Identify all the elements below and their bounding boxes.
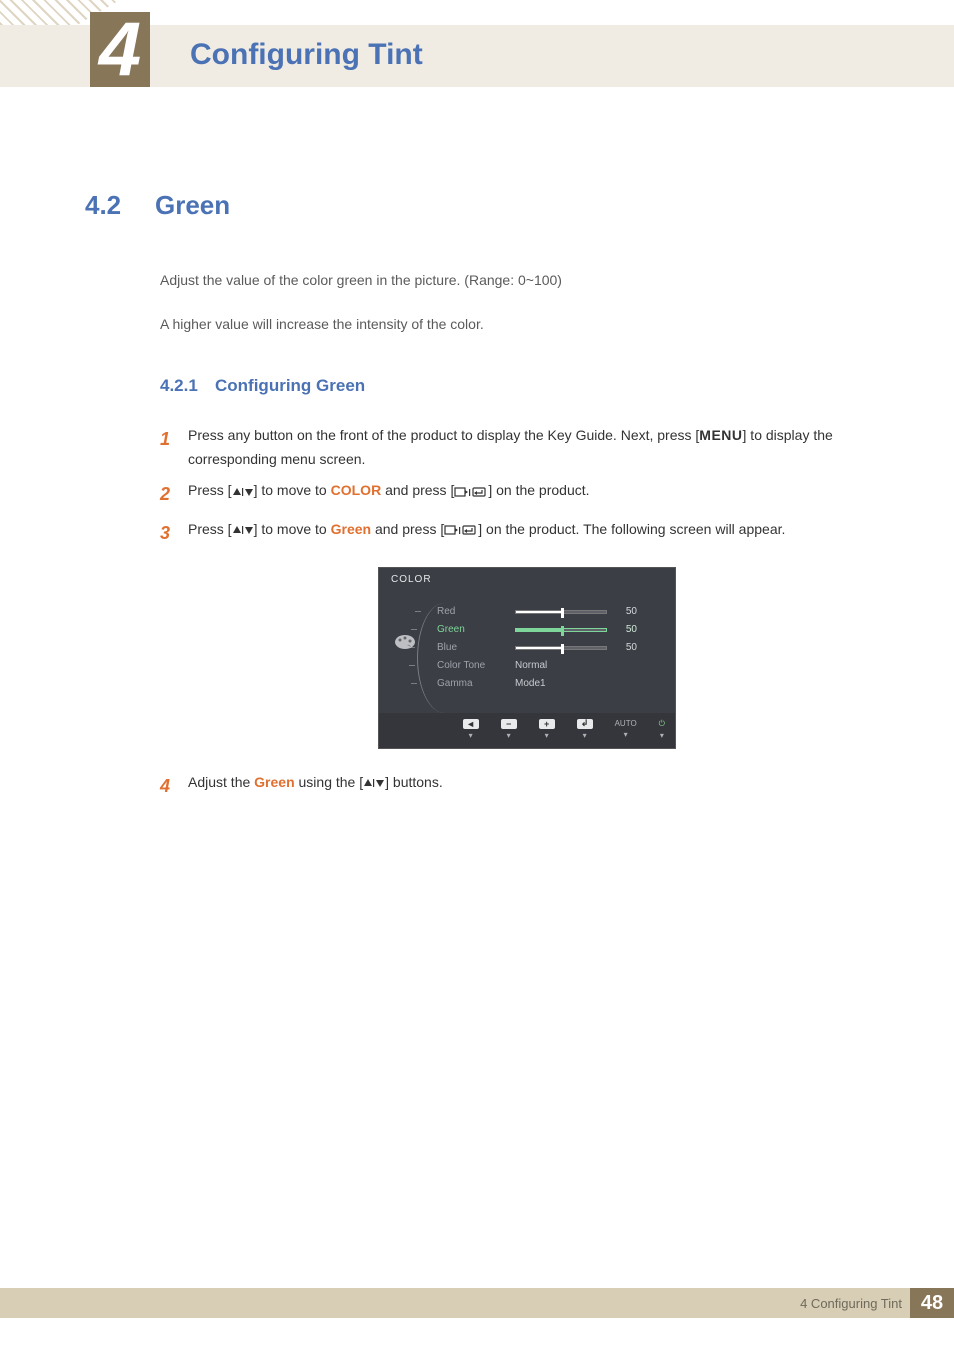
intro-block: Adjust the value of the color green in t…	[160, 269, 894, 336]
steps-list: 1 Press any button on the front of the p…	[160, 424, 894, 549]
step-4-text-c: ] buttons.	[385, 774, 443, 790]
minus-icon: −▾	[501, 719, 517, 740]
osd-row-colortone: Color Tone Normal	[437, 657, 661, 675]
step-3-text-d: ] on the product. The following screen w…	[478, 521, 785, 537]
power-icon: ⏻▾	[659, 719, 665, 740]
step-4-text-b: using the [	[295, 774, 364, 790]
osd-title: COLOR	[379, 568, 675, 589]
step-1: 1 Press any button on the front of the p…	[160, 424, 894, 472]
osd-value: 50	[607, 642, 637, 653]
osd-label: Gamma	[437, 678, 515, 689]
step-2: 2 Press [ ] to move to COLOR and press []…	[160, 479, 894, 510]
osd-tick	[409, 665, 415, 666]
intro-p2: A higher value will increase the intensi…	[160, 313, 894, 335]
osd-label: Green	[437, 624, 515, 635]
osd-footer: ◄▾ −▾ +▾ ↲▾ AUTO▾ ⏻▾	[379, 713, 675, 748]
up-down-icon	[363, 777, 385, 789]
step-number: 4	[160, 771, 188, 802]
subsection-heading: 4.2.1Configuring Green	[160, 376, 894, 396]
footer-page-number: 48	[910, 1288, 954, 1318]
osd-tick	[411, 629, 417, 630]
step-3-text-c: and press [	[371, 521, 444, 537]
osd-label: Blue	[437, 642, 515, 653]
osd-slider	[515, 610, 607, 614]
step-3-text-a: Press [	[188, 521, 232, 537]
palette-icon	[393, 633, 417, 651]
chapter-number-box: 4	[90, 12, 150, 87]
osd-label: Red	[437, 606, 515, 617]
steps-list-cont: 4 Adjust the Green using the [ ] buttons.	[160, 771, 894, 802]
auto-icon: AUTO▾	[615, 719, 637, 739]
step-2-text-a: Press [	[188, 482, 232, 498]
back-icon: ◄▾	[463, 719, 479, 740]
osd-slider	[515, 646, 607, 650]
up-down-icon	[232, 486, 254, 498]
osd-value: 50	[607, 606, 637, 617]
green-label: Green	[254, 774, 294, 790]
osd-row-green: Green 50	[437, 621, 661, 639]
osd-slider	[515, 628, 607, 632]
step-2-text-b: ] to move to	[254, 482, 331, 498]
step-number: 2	[160, 479, 188, 510]
section-number: 4.2	[85, 190, 155, 221]
plus-icon: +▾	[539, 719, 555, 740]
subsection-title: Configuring Green	[215, 376, 365, 395]
footer-band: 4 Configuring Tint 48	[0, 1288, 954, 1318]
step-3-text-b: ] to move to	[254, 521, 331, 537]
osd-option-value: Mode1	[515, 678, 546, 689]
green-label: Green	[331, 521, 371, 537]
section-heading: 4.2Green	[85, 190, 894, 221]
step-2-text-c: and press [	[381, 482, 454, 498]
osd-row-gamma: Gamma Mode1	[437, 675, 661, 693]
osd-tick	[415, 611, 421, 612]
source-enter-icon	[454, 486, 488, 498]
osd-value: 50	[607, 624, 637, 635]
osd-row-red: Red 50	[437, 603, 661, 621]
enter-icon: ↲▾	[577, 719, 593, 740]
source-enter-icon	[444, 524, 478, 536]
subsection-number: 4.2.1	[160, 376, 215, 396]
step-1-text-a: Press any button on the front of the pro…	[188, 427, 699, 443]
osd-panel: COLOR Red	[378, 567, 676, 749]
menu-label: MENU	[699, 427, 742, 443]
intro-p1: Adjust the value of the color green in t…	[160, 269, 894, 291]
osd-tick	[411, 683, 417, 684]
color-label: COLOR	[331, 482, 382, 498]
osd-option-value: Normal	[515, 660, 547, 671]
step-4: 4 Adjust the Green using the [ ] buttons.	[160, 771, 894, 802]
section-title: Green	[155, 190, 230, 220]
chapter-title: Configuring Tint	[190, 38, 423, 72]
step-number: 1	[160, 424, 188, 472]
osd-row-blue: Blue 50	[437, 639, 661, 657]
step-4-text-a: Adjust the	[188, 774, 254, 790]
step-3: 3 Press [ ] to move to Green and press []…	[160, 518, 894, 549]
footer-text: 4 Configuring Tint	[800, 1296, 910, 1311]
step-2-text-d: ] on the product.	[488, 482, 589, 498]
up-down-icon	[232, 524, 254, 536]
osd-label: Color Tone	[437, 660, 515, 671]
step-number: 3	[160, 518, 188, 549]
